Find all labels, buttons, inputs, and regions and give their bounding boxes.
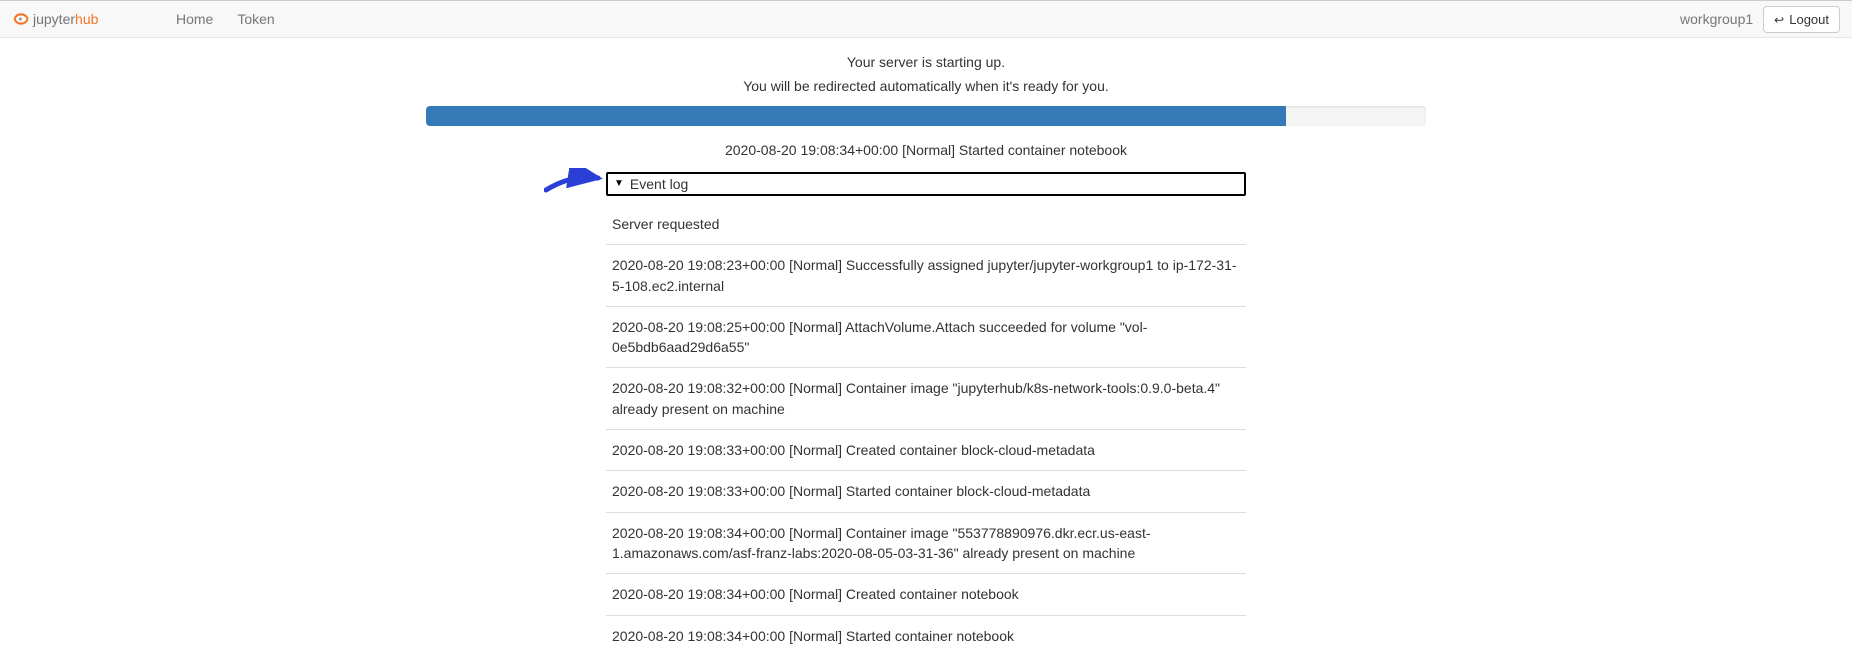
event-log-entry: 2020-08-20 19:08:33+00:00 [Normal] Creat…: [606, 429, 1246, 470]
progress-bar-track: [426, 106, 1426, 126]
nav-links: Home Token: [164, 0, 287, 38]
event-log-entry: 2020-08-20 19:08:34+00:00 [Normal] Creat…: [606, 573, 1246, 614]
event-log-entry: 2020-08-20 19:08:34+00:00 [Normal] Start…: [606, 615, 1246, 656]
event-log-summary[interactable]: ▼ Event log: [608, 174, 1244, 194]
navbar-left: jupyterhub Home Token: [12, 0, 287, 38]
status-line-1: Your server is starting up.: [426, 54, 1426, 70]
progress-bar-fill: [426, 106, 1286, 126]
event-log-entry: 2020-08-20 19:08:33+00:00 [Normal] Start…: [606, 470, 1246, 511]
event-log-entry: 2020-08-20 19:08:23+00:00 [Normal] Succe…: [606, 244, 1246, 306]
event-log-entry: 2020-08-20 19:08:32+00:00 [Normal] Conta…: [606, 367, 1246, 429]
chevron-down-icon: ▼: [614, 179, 624, 189]
jupyterhub-logo[interactable]: jupyterhub: [12, 8, 152, 30]
navbar-right: workgroup1 Logout: [1680, 6, 1840, 33]
nav-home[interactable]: Home: [164, 0, 225, 38]
status-line-2: You will be redirected automatically whe…: [426, 78, 1426, 94]
event-log-entry: 2020-08-20 19:08:34+00:00 [Normal] Conta…: [606, 512, 1246, 574]
logout-label: Logout: [1789, 12, 1829, 27]
nav-token[interactable]: Token: [225, 0, 286, 38]
event-log-list: Server requested2020-08-20 19:08:23+00:0…: [606, 204, 1246, 656]
logout-icon: [1774, 12, 1784, 27]
event-log-summary-label: Event log: [630, 176, 688, 192]
username-label: workgroup1: [1680, 11, 1753, 27]
svg-text:jupyterhub: jupyterhub: [32, 11, 99, 27]
event-log-details[interactable]: ▼ Event log: [606, 172, 1246, 196]
annotation-arrow-icon: [544, 168, 604, 198]
event-log-entry: Server requested: [606, 204, 1246, 244]
navbar: jupyterhub Home Token workgroup1 Logout: [0, 0, 1852, 38]
logout-button[interactable]: Logout: [1763, 6, 1840, 33]
main-container: Your server is starting up. You will be …: [426, 38, 1426, 656]
event-log-entry: 2020-08-20 19:08:25+00:00 [Normal] Attac…: [606, 306, 1246, 368]
last-event-line: 2020-08-20 19:08:34+00:00 [Normal] Start…: [426, 142, 1426, 158]
